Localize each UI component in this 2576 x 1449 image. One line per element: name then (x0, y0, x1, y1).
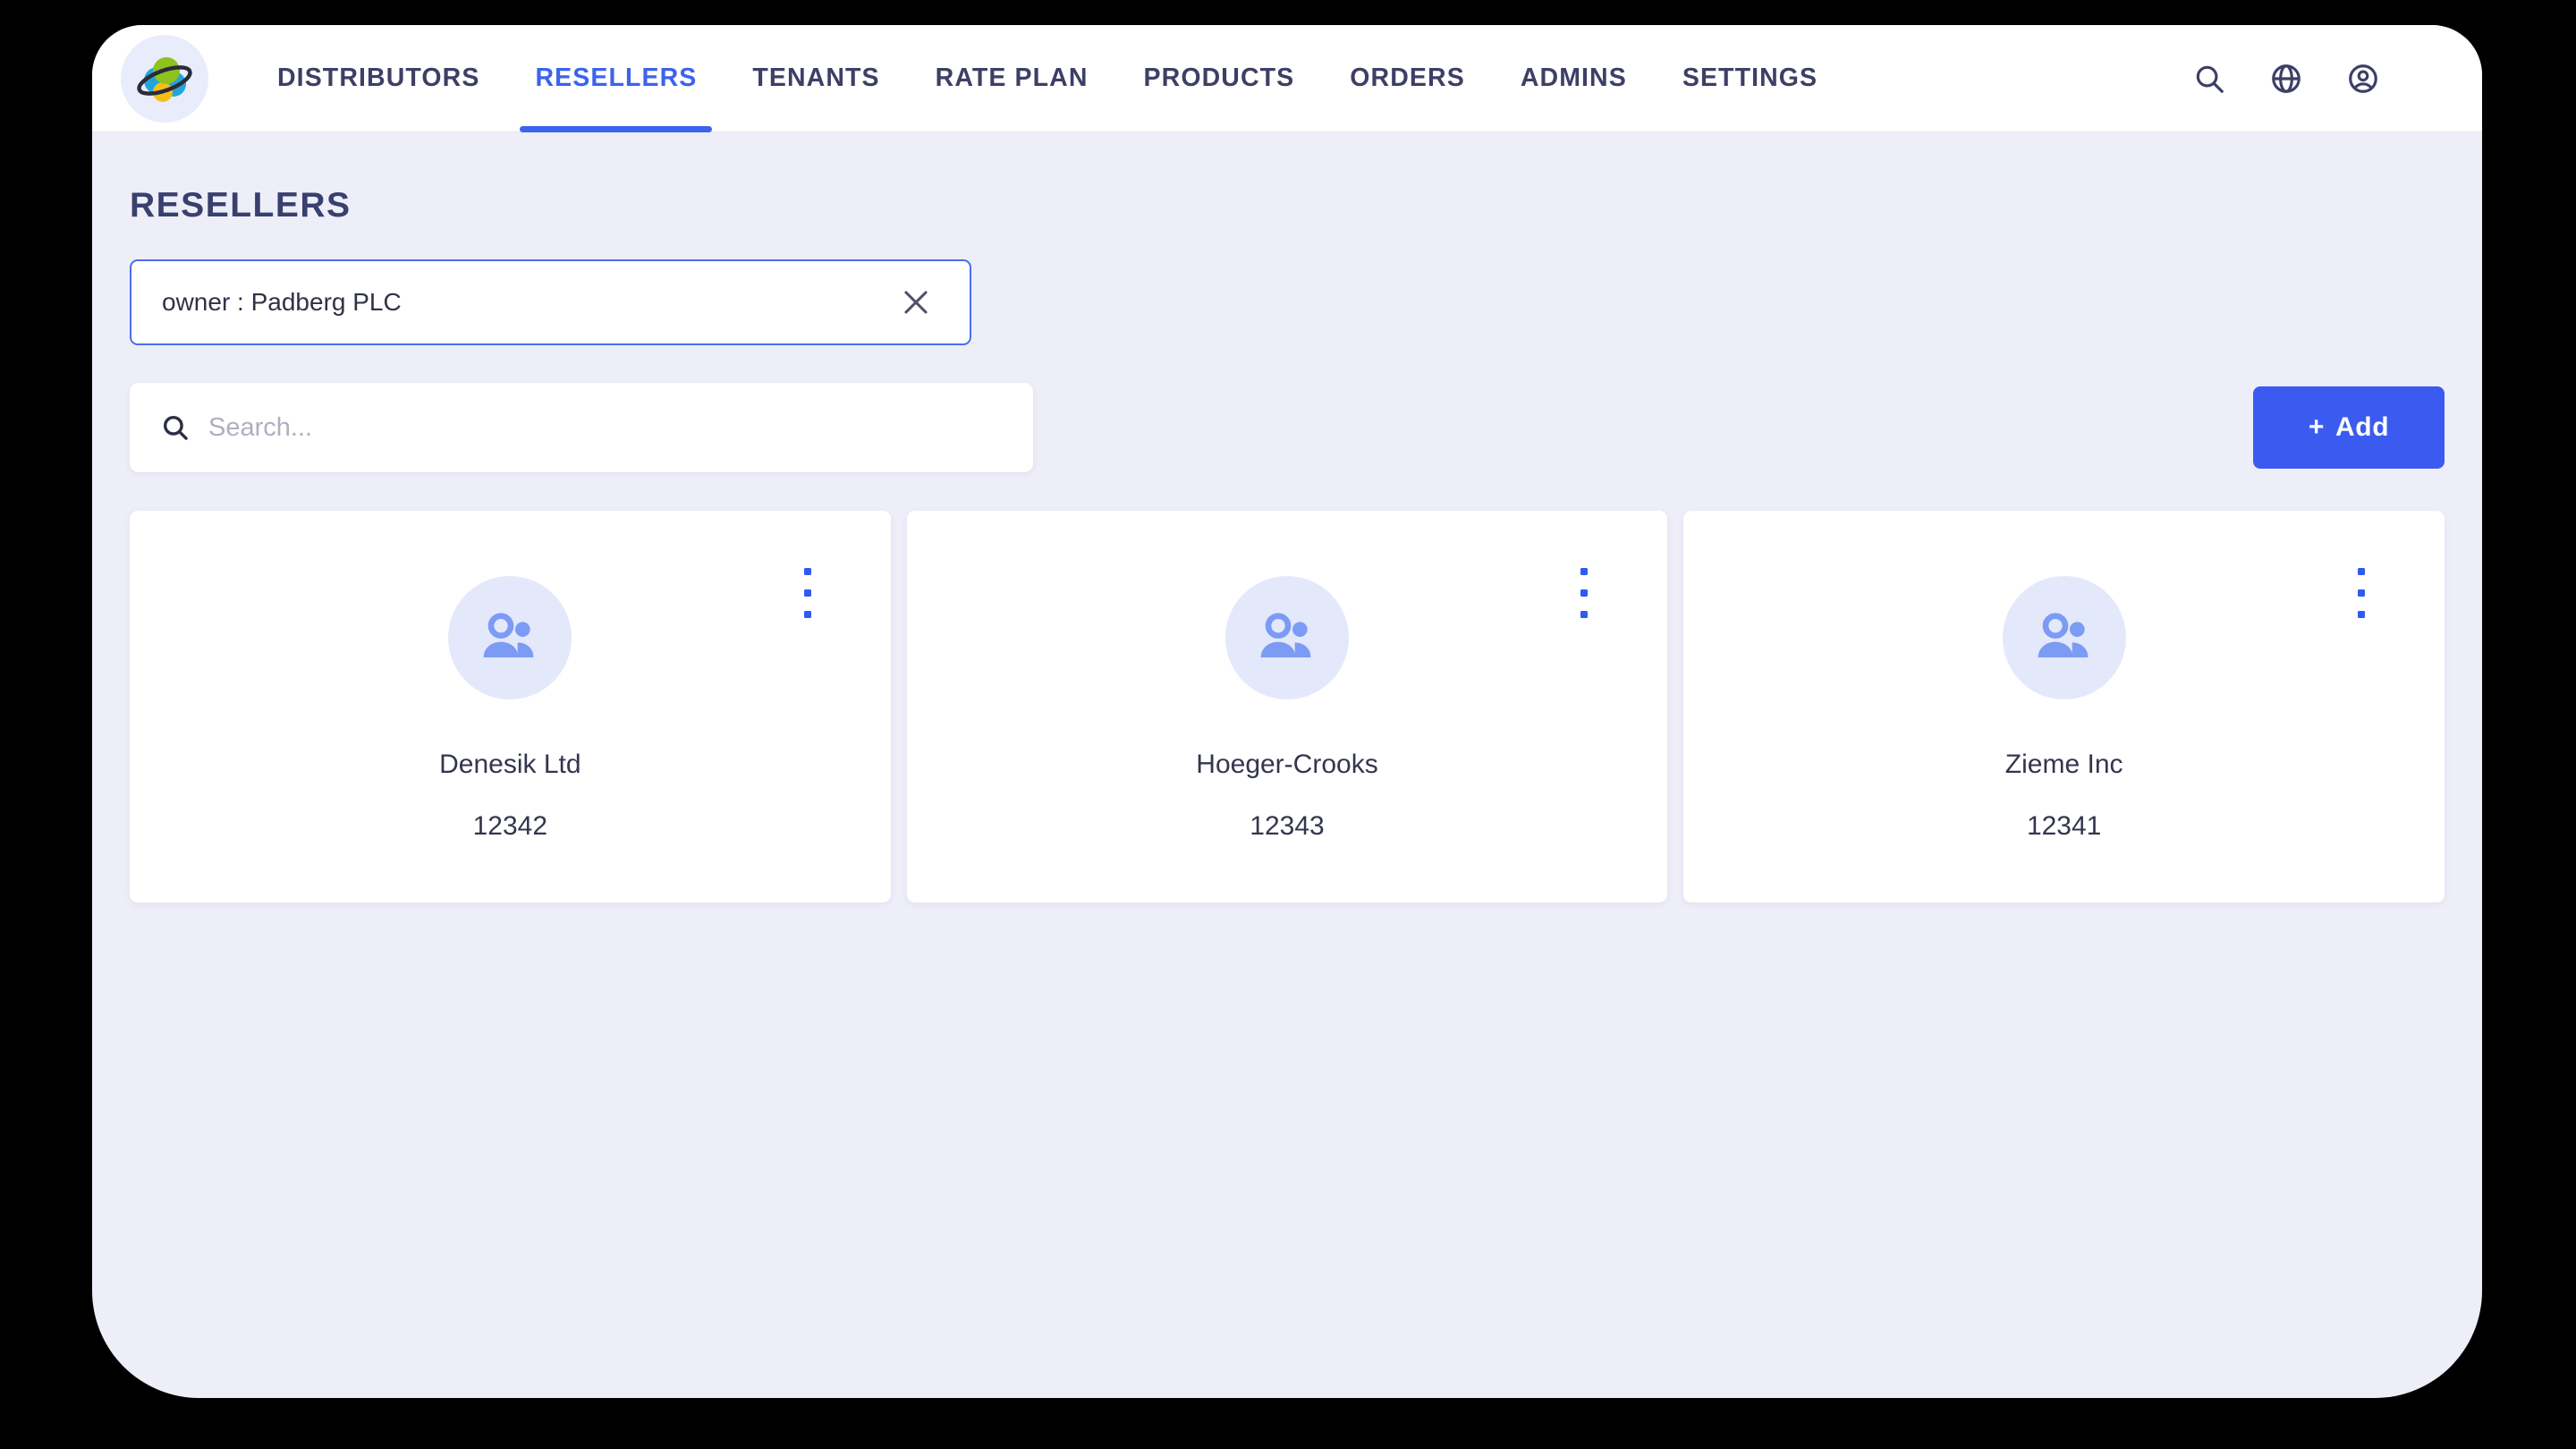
add-button-label: Add (2335, 412, 2390, 442)
tab-settings[interactable]: SETTINGS (1655, 25, 1845, 132)
user-account-icon[interactable] (2343, 58, 2384, 99)
tab-orders[interactable]: ORDERS (1322, 25, 1493, 132)
tab-admins[interactable]: ADMINS (1493, 25, 1655, 132)
more-vertical-icon[interactable] (1571, 568, 1597, 618)
search-row: + Add (130, 383, 2445, 472)
plus-icon: + (2308, 412, 2325, 442)
globe-icon[interactable] (2266, 58, 2307, 99)
reseller-name: Zieme Inc (2004, 750, 2123, 779)
reseller-id: 12343 (1250, 811, 1325, 841)
search-box[interactable] (130, 383, 1033, 472)
reseller-id: 12342 (472, 811, 548, 841)
reseller-card[interactable]: Hoeger-Crooks 12343 (906, 511, 1668, 902)
owner-filter-chip[interactable]: owner : Padberg PLC (130, 259, 971, 345)
tab-rate-plan[interactable]: RATE PLAN (908, 25, 1116, 132)
more-vertical-icon[interactable] (794, 568, 821, 618)
filter-row: owner : Padberg PLC (130, 259, 2482, 345)
topbar-actions (2189, 58, 2482, 99)
people-group-icon (448, 576, 572, 699)
tab-distributors[interactable]: DISTRIBUTORS (250, 25, 507, 132)
people-group-icon (2002, 576, 2126, 699)
filter-chip-label: owner : Padberg PLC (162, 288, 402, 316)
reseller-name: Hoeger-Crooks (1196, 750, 1378, 779)
page-title: RESELLERS (130, 186, 352, 225)
app-window: DISTRIBUTORS RESELLERS TENANTS RATE PLAN… (92, 25, 2482, 1398)
search-input[interactable] (208, 412, 1003, 443)
reseller-card[interactable]: Denesik Ltd 12342 (130, 511, 891, 902)
planet-orbit-logo-icon[interactable] (121, 34, 208, 123)
close-x-icon[interactable] (893, 279, 939, 326)
main-nav-tabs: DISTRIBUTORS RESELLERS TENANTS RATE PLAN… (250, 25, 2189, 132)
top-navigation-bar: DISTRIBUTORS RESELLERS TENANTS RATE PLAN… (92, 25, 2482, 132)
more-vertical-icon[interactable] (2348, 568, 2375, 618)
search-icon[interactable] (2189, 58, 2230, 99)
add-button[interactable]: + Add (2253, 386, 2445, 469)
tab-products[interactable]: PRODUCTS (1116, 25, 1323, 132)
tab-resellers[interactable]: RESELLERS (507, 25, 724, 132)
page-content: RESELLERS owner : Padberg PLC Search... … (92, 186, 2482, 1398)
reseller-id: 12341 (2026, 811, 2102, 841)
people-group-icon (1224, 576, 1349, 699)
reseller-name: Denesik Ltd (439, 750, 581, 779)
search-icon (160, 412, 191, 443)
reseller-card[interactable]: Zieme Inc 12341 (1683, 511, 2445, 902)
resellers-card-grid: Denesik Ltd 12342 Hoeger-Crooks 12343 Zi… (130, 511, 2445, 902)
tab-tenants[interactable]: TENANTS (724, 25, 907, 132)
